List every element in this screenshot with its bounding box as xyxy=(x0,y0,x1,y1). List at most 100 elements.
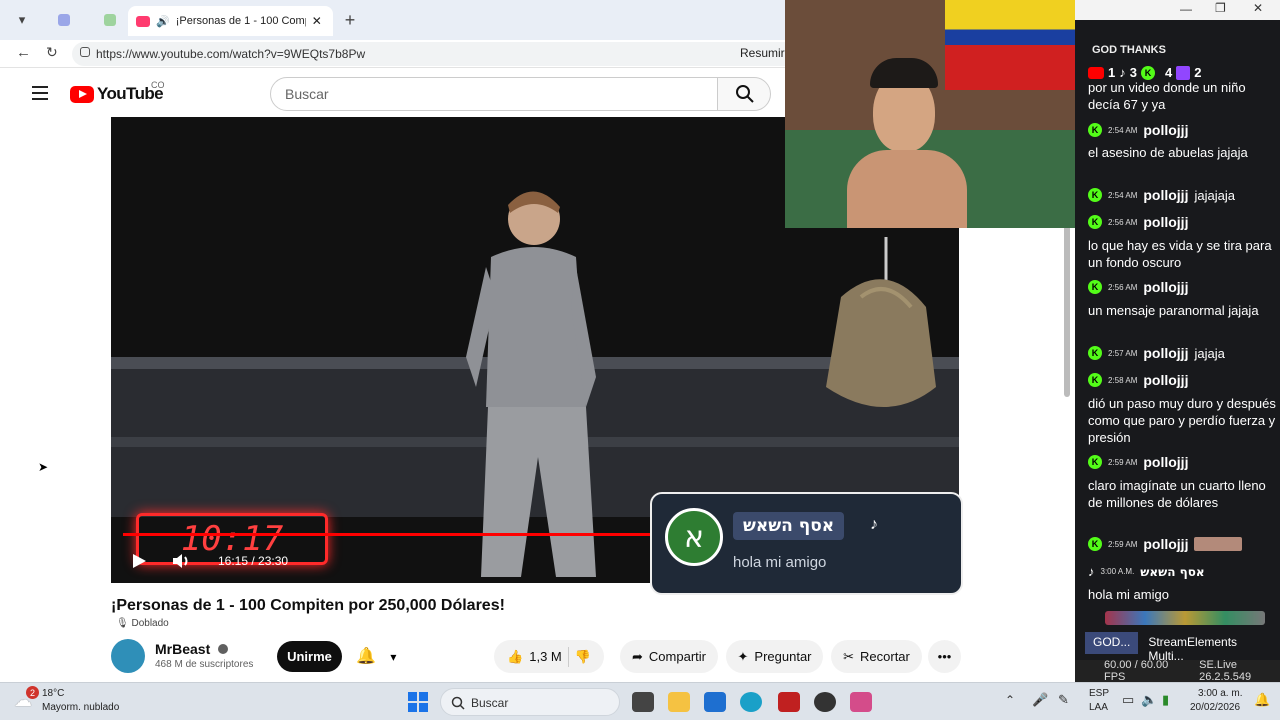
language-indicator[interactable]: ESP xyxy=(1089,688,1109,699)
youtube-icon xyxy=(1088,66,1104,79)
new-tab-button[interactable]: + xyxy=(336,8,364,32)
menu-icon[interactable] xyxy=(32,86,48,100)
kick-badge-icon: K xyxy=(1088,280,1102,294)
tab-list-button[interactable]: ▾ xyxy=(8,8,36,32)
task-view-icon[interactable] xyxy=(632,692,654,712)
verified-icon xyxy=(218,644,229,654)
back-icon[interactable]: ← xyxy=(16,44,31,61)
emote-icon xyxy=(1194,537,1243,551)
chat-message-text: dió un paso muy duro y después como que … xyxy=(1088,396,1276,445)
tab-pinned-2[interactable] xyxy=(96,8,124,32)
app-icon[interactable] xyxy=(778,692,800,712)
reload-icon[interactable]: ↻ xyxy=(46,44,58,61)
dislike-button[interactable]: 👎 xyxy=(575,649,591,665)
thumbs-up-icon: 👍 xyxy=(507,648,524,664)
platform-counts: 1 ♪ 3 K 4 2 xyxy=(1088,65,1201,80)
obs-icon[interactable] xyxy=(814,692,836,712)
share-label: Compartir xyxy=(648,649,706,664)
status-bar: 60.00 / 60.00 FPS SE.Live 26.2.5.549 xyxy=(1075,659,1280,682)
site-info-icon[interactable] xyxy=(80,47,90,57)
chat-tab[interactable]: GOD... xyxy=(1085,632,1139,654)
channel-name[interactable]: MrBeast xyxy=(155,641,210,657)
chat-time: 2:59 AM xyxy=(1108,539,1138,549)
mouse-cursor-icon: ➤ xyxy=(38,460,49,474)
chat-tab[interactable]: StreamElements Multi... xyxy=(1144,632,1275,663)
tab-active[interactable]: 🔊 ¡Personas de 1 - 100 Compite ✕ xyxy=(128,6,333,36)
language-sub: LAA xyxy=(1089,702,1108,713)
chat-message-text: jajaja xyxy=(1194,345,1225,361)
search-icon xyxy=(736,85,754,103)
clock-time[interactable]: 3:00 a. m. xyxy=(1198,688,1242,699)
edge-icon[interactable] xyxy=(740,692,762,712)
chat-message-text: un mensaje paranormal jajaja xyxy=(1088,303,1259,318)
play-icon[interactable] xyxy=(131,553,147,569)
chat-message-header: K 2:56 AM pollojjj xyxy=(1088,279,1194,295)
chat-message-header: K 2:58 AM pollojjj xyxy=(1088,372,1194,388)
restore-icon[interactable]: ❐ xyxy=(1215,1,1226,15)
start-button[interactable] xyxy=(408,692,428,712)
more-actions-button[interactable]: ••• xyxy=(928,640,961,673)
chat-user[interactable]: pollojjj xyxy=(1143,454,1188,470)
chevron-up-icon[interactable]: ⌃ xyxy=(1005,693,1015,707)
youtube-count: 1 xyxy=(1108,65,1116,80)
channel-avatar[interactable] xyxy=(111,639,145,673)
close-tab-icon[interactable]: ✕ xyxy=(312,14,322,28)
like-button[interactable]: 👍 1,3 M xyxy=(507,649,562,665)
taskbar-search[interactable]: Buscar xyxy=(440,688,620,716)
volume-icon[interactable]: 🔈 xyxy=(1141,692,1157,708)
like-dislike-group: 👍 1,3 M 👎 xyxy=(494,640,604,673)
app-icon[interactable] xyxy=(850,692,872,712)
chat-time: 2:58 AM xyxy=(1108,375,1138,385)
resume-button[interactable]: Resumir xyxy=(740,46,785,60)
version-label: SE.Live 26.2.5.549 xyxy=(1199,659,1252,682)
emote-bar-icon[interactable] xyxy=(1105,611,1265,625)
channel-name-row[interactable]: MrBeast xyxy=(155,641,229,657)
chat-user[interactable]: pollojjj xyxy=(1143,279,1188,295)
chat-user[interactable]: pollojjj xyxy=(1143,214,1188,230)
weather-widget[interactable]: ☁ 2 xyxy=(14,686,39,714)
chat-message-text: claro imagínate un cuarto lleno de millo… xyxy=(1088,478,1266,510)
chat-user[interactable]: pollojjj xyxy=(1143,345,1188,361)
monitor-icon[interactable]: ▭ xyxy=(1122,692,1134,708)
chat-user[interactable]: pollojjj xyxy=(1143,372,1188,388)
share-button[interactable]: ➦ Compartir xyxy=(620,640,718,673)
sparkle-icon: ✦ xyxy=(737,648,749,664)
chat-time: 2:56 AM xyxy=(1108,217,1138,227)
search-input[interactable]: Buscar xyxy=(270,77,718,111)
join-button[interactable]: Unirme xyxy=(277,641,342,672)
minimize-icon[interactable]: — xyxy=(1180,2,1192,16)
share-icon: ➦ xyxy=(632,648,643,664)
battery-icon[interactable]: ▮ xyxy=(1162,692,1169,708)
webcam-hair xyxy=(870,58,938,88)
chat-panel: — ❐ ✕ GOD THANKS 1 ♪ 3 K 4 2 por un vide… xyxy=(1075,0,1280,682)
chat-message-text: el asesino de abuelas jajaja xyxy=(1088,145,1248,160)
kick-badge-icon: K xyxy=(1088,373,1102,387)
chat-time: 3:00 A.M. xyxy=(1100,567,1135,576)
file-explorer-icon[interactable] xyxy=(668,692,690,712)
bell-icon: 🔔 xyxy=(356,648,376,665)
volume-icon[interactable] xyxy=(171,551,191,571)
chat-user[interactable]: pollojjj xyxy=(1143,122,1188,138)
chat-user[interactable]: אסף השאש xyxy=(1140,565,1204,579)
ask-button[interactable]: ✦ Preguntar xyxy=(726,640,823,673)
clip-button[interactable]: ✂ Recortar xyxy=(831,640,922,673)
tab-pinned-1[interactable] xyxy=(50,8,78,32)
chat-message-text: jajajaja xyxy=(1194,187,1235,203)
chat-user[interactable]: pollojjj xyxy=(1143,187,1188,203)
notification-bell-icon[interactable]: 🔔 xyxy=(1254,692,1270,708)
url-text: https://www.youtube.com/watch?v=9WEQts7b… xyxy=(96,47,366,61)
microphone-icon[interactable]: 🎤 xyxy=(1032,692,1048,708)
store-icon[interactable] xyxy=(704,692,726,712)
clip-label: Recortar xyxy=(860,649,910,664)
chat-user[interactable]: pollojjj xyxy=(1143,536,1188,552)
chat-time: 2:54 AM xyxy=(1108,190,1138,200)
youtube-logo[interactable]: YouTube xyxy=(70,84,164,104)
notification-bell-button[interactable]: 🔔 ▾ xyxy=(356,646,396,666)
speaker-icon: 🔊 xyxy=(156,15,170,28)
close-window-icon[interactable]: ✕ xyxy=(1253,1,1263,15)
search-button[interactable] xyxy=(717,77,771,111)
pen-icon[interactable]: ✎ xyxy=(1058,692,1069,708)
weather-desc: Mayorm. nublado xyxy=(42,702,120,713)
chat-window-titlebar: — ❐ ✕ xyxy=(1075,0,1280,20)
search-placeholder: Buscar xyxy=(285,86,329,102)
